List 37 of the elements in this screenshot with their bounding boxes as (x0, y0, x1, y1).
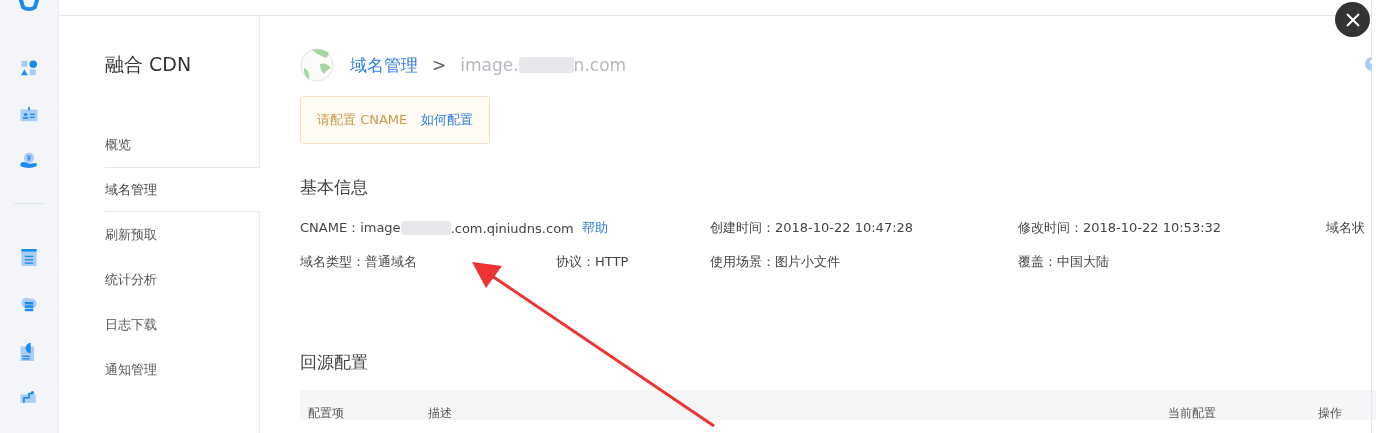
globe-icon (300, 48, 334, 82)
cname-value: CNAME：image .com.qiniudns.com (300, 219, 574, 237)
info-field: 域名类型：普通域名 (300, 253, 556, 271)
section-title: 回源配置 (300, 351, 369, 374)
info-field: 使用场景：图片小文件 (710, 253, 1018, 271)
breadcrumb-separator: > (432, 55, 447, 75)
info-field: 修改时间：2018-10-22 10:53:32 (1018, 219, 1326, 237)
menu-item[interactable]: 域名管理 (105, 167, 260, 212)
menu-item[interactable]: 刷新预取 (59, 212, 259, 257)
help-link[interactable]: 如何配置 (421, 111, 474, 129)
info-field: 域名状 (1326, 219, 1376, 237)
info-field: 创建时间：2018-10-22 10:47:28 (710, 219, 1018, 237)
alert-message: 请配置 CNAME (317, 111, 408, 129)
hand-coin-icon[interactable] (19, 151, 39, 169)
close-button[interactable] (1335, 2, 1370, 37)
column-header: 配置项 (308, 406, 345, 420)
menu-item[interactable]: 概览 (59, 122, 259, 167)
menu-item[interactable]: 统计分析 (59, 257, 259, 302)
section-title: 基本信息 (300, 176, 369, 199)
column-header: 当前配置 (1168, 406, 1217, 420)
breadcrumb-link[interactable]: 域名管理 (350, 53, 418, 77)
user-icon[interactable] (1365, 57, 1372, 71)
breadcrumb-current: image. n.com (460, 55, 627, 75)
info-field: 覆盖：中国大陆 (1018, 253, 1326, 271)
menu-item[interactable]: 日志下载 (59, 302, 259, 347)
info-field: 协议：HTTP (556, 253, 710, 271)
cloud-server-icon[interactable] (18, 295, 40, 313)
shapes-icon[interactable] (19, 59, 39, 77)
product-title: 融合 CDN (104, 52, 193, 77)
chart-icon[interactable] (19, 391, 39, 403)
close-icon (1344, 11, 1361, 28)
id-card-icon[interactable] (19, 106, 39, 122)
column-header: 描述 (428, 406, 453, 420)
help-link[interactable]: 帮助 (581, 219, 608, 237)
column-header: 操作 (1318, 406, 1342, 420)
document-icon[interactable] (20, 248, 38, 266)
menu-item[interactable]: 通知管理 (59, 347, 259, 392)
